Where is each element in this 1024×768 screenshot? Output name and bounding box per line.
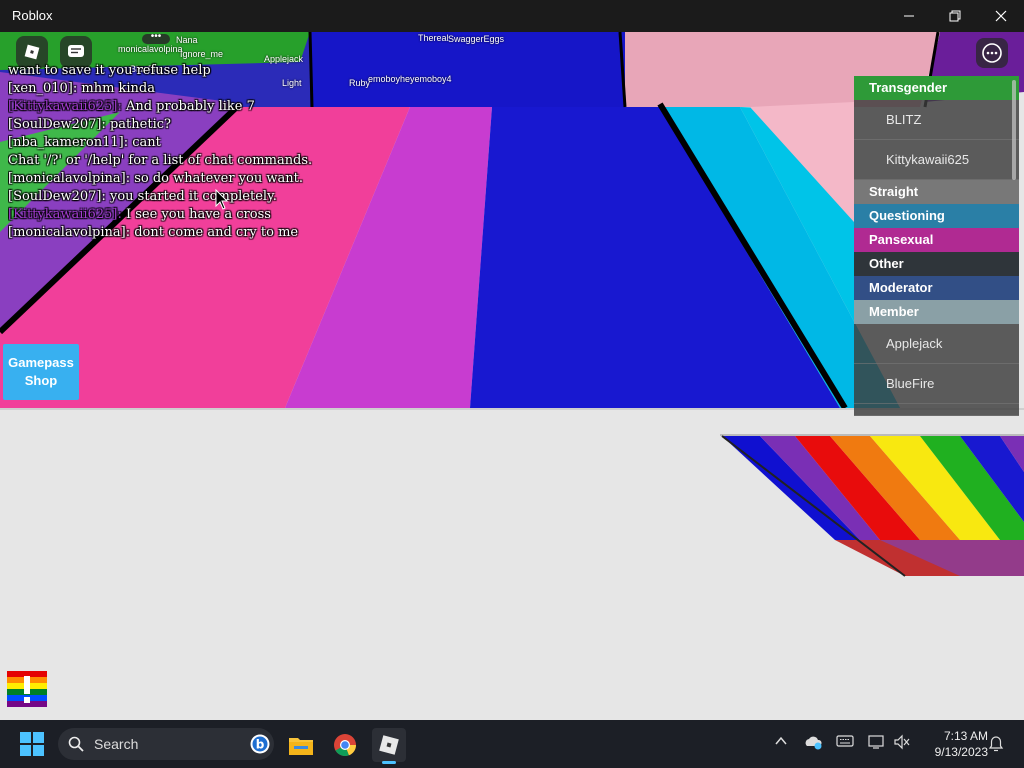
chat-message: [Kittykawaii625]: And probably like 7 [8, 98, 328, 116]
chat-message: [Kittykawaii625]: I see you have a cross [8, 206, 328, 224]
restore-icon [949, 10, 961, 22]
mouse-cursor-icon [215, 189, 229, 210]
chat-sender: [Kittykawaii625]: [8, 207, 122, 222]
bing-icon[interactable]: b [250, 734, 270, 754]
gamepass-label-line2: Shop [24, 373, 58, 388]
player-entry[interactable]: BlueFire [854, 364, 1019, 404]
team-header[interactable]: Questioning [854, 204, 1019, 228]
team-header[interactable]: Moderator [854, 276, 1019, 300]
world-nametag: emoboyheyemoboy4 [368, 74, 452, 84]
minimize-button[interactable] [886, 0, 932, 32]
team-header[interactable]: Transgender [854, 76, 1019, 100]
chat-text: cant [128, 135, 161, 150]
taskbar: Search b 7:13 AM 9/13/2023 [0, 720, 1024, 768]
more-menu-button[interactable] [976, 38, 1008, 68]
keyboard-icon[interactable] [836, 734, 854, 748]
system-clock[interactable]: 7:13 AM 9/13/2023 [918, 728, 988, 760]
close-button[interactable] [978, 0, 1024, 32]
team-header[interactable]: Member [854, 300, 1019, 324]
chrome-button[interactable] [328, 728, 362, 762]
notification-bell-icon[interactable] [988, 735, 1004, 753]
chat-sender: [Kittykawaii625]: [8, 99, 122, 114]
chat-text: mhm kinda [77, 81, 156, 96]
player-list-footer [854, 404, 1019, 416]
ellipsis-circle-icon [982, 43, 1002, 63]
folder-icon [289, 738, 313, 755]
player-entry[interactable]: Kittykawaii625 [854, 140, 1019, 180]
team-header[interactable]: Pansexual [854, 228, 1019, 252]
rainbow-alert-icon[interactable] [7, 671, 47, 707]
chrome-icon [334, 734, 357, 757]
minimize-icon [904, 15, 914, 17]
close-icon [995, 10, 1007, 22]
chat-text: pathetic? [105, 117, 171, 132]
world-nametag: Thereal [418, 33, 449, 43]
active-app-indicator [382, 761, 396, 764]
player-list[interactable]: Transgender BLITZ Kittykawaii625 Straigh… [854, 76, 1019, 416]
chat-sender: [monicalavolpina]: [8, 171, 131, 186]
clock-time: 7:13 AM [943, 729, 988, 743]
search-icon [68, 736, 84, 752]
chat-message: [xen_010]: mhm kinda [8, 80, 328, 98]
gamepass-shop-button[interactable]: Gamepass Shop [3, 344, 79, 400]
world-nametag: Ruby [349, 78, 371, 88]
player-entry[interactable]: BLITZ [854, 100, 1019, 140]
chat-sender: [xen_010]: [8, 81, 78, 96]
volume-muted-icon[interactable] [893, 734, 911, 750]
roblox-taskbar-button[interactable] [372, 728, 406, 764]
chat-window: want to save it you refuse help [xen_010… [8, 62, 328, 242]
search-placeholder: Search [94, 736, 139, 752]
chat-sender: [SoulDew207]: [8, 189, 106, 204]
file-explorer-button[interactable] [284, 728, 318, 762]
clock-date: 9/13/2023 [934, 745, 988, 759]
chat-text: I see you have a cross [121, 207, 271, 222]
chevron-up-icon[interactable] [774, 734, 788, 748]
chat-icon [68, 45, 84, 57]
world-nametag: Ignore_me [180, 49, 224, 59]
team-header[interactable]: Straight [854, 180, 1019, 204]
chat-text: want to save it you refuse help [8, 63, 211, 78]
chat-text: so do whatever you want. [130, 171, 303, 186]
roblox-logo-icon [24, 44, 40, 60]
taskbar-search[interactable]: Search b [58, 728, 274, 760]
chat-message: [SoulDew207]: you started it completely. [8, 188, 328, 206]
roblox-app-icon [379, 735, 399, 755]
windows-logo-icon [20, 732, 44, 756]
player-list-scrollbar[interactable] [1012, 80, 1016, 180]
svg-text:b: b [256, 738, 265, 752]
chat-sender: [nba_kameron11]: [8, 135, 129, 150]
chat-message: Chat '/?' or '/help' for a list of chat … [8, 152, 328, 170]
onedrive-icon[interactable] [804, 734, 822, 750]
window-titlebar: Roblox [0, 0, 1024, 32]
team-header[interactable]: Other [854, 252, 1019, 276]
chat-message: [monicalavolpina]: dont come and cry to … [8, 224, 328, 242]
chat-message: [nba_kameron11]: cant [8, 134, 328, 152]
chat-text: Chat '/?' or '/help' for a list of chat … [8, 153, 313, 168]
world-nametag: monicalavolpina [118, 44, 183, 54]
world-nametag: SwaggerEggs [448, 34, 505, 44]
network-icon[interactable] [868, 734, 886, 750]
start-button[interactable] [16, 728, 48, 760]
chat-text: And probably like 7 [121, 99, 255, 114]
gamepass-label-line1: Gamepass [8, 355, 74, 370]
maximize-button[interactable] [932, 0, 978, 32]
chat-message: [monicalavolpina]: so do whatever you wa… [8, 170, 328, 188]
chat-sender: [SoulDew207]: [8, 117, 106, 132]
player-entry[interactable]: Applejack [854, 324, 1019, 364]
chat-text: you started it completely. [105, 189, 277, 204]
window-title: Roblox [12, 8, 53, 23]
chat-sender: [monicalavolpina]: [8, 225, 131, 240]
more-options-icon[interactable]: ••• [142, 32, 170, 44]
chat-message: want to save it you refuse help [8, 62, 328, 80]
chat-message: [SoulDew207]: pathetic? [8, 116, 328, 134]
chat-text: dont come and cry to me [130, 225, 299, 240]
